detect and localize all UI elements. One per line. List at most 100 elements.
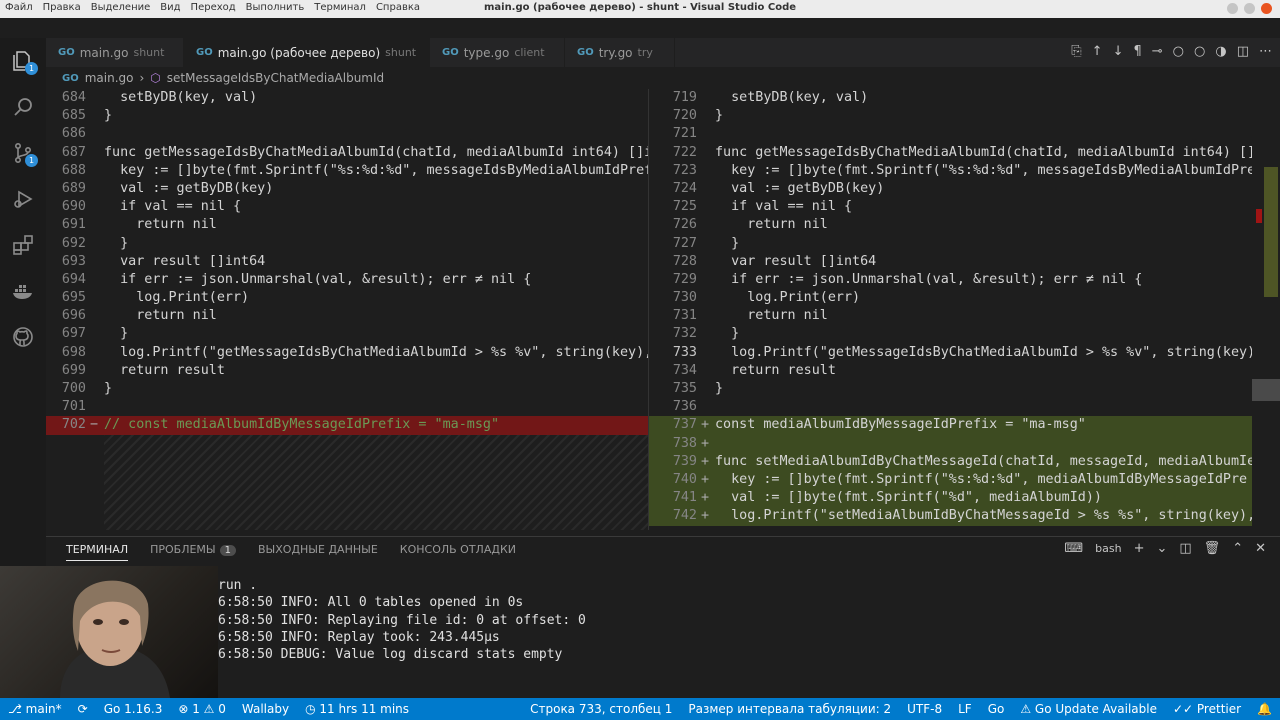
tab-size[interactable]: Размер интервала табуляции: 2 (680, 702, 899, 716)
explorer-badge: 1 (25, 62, 38, 75)
code-text: log.Printf("getMessageIdsByChatMediaAlbu… (715, 344, 1252, 360)
tab-type-go[interactable]: GO type.go client (430, 38, 565, 67)
tab-debug-console[interactable]: КОНСОЛЬ ОТЛАДКИ (400, 543, 516, 561)
tab-main-go-worktree[interactable]: GO main.go (рабочее дерево) shunt (184, 38, 430, 67)
diff-right-pane[interactable]: 719 setByDB(key, val) 720} 721 722 func getM… (648, 89, 1252, 530)
bell-icon[interactable]: 🔔 (1249, 702, 1280, 716)
code-text: log.Printf("getMessageIdsByChatMediaAlbu… (104, 344, 648, 360)
terminal-line: 6:58:50 INFO: Replay took: 243.445µs (218, 629, 500, 645)
code-text: func getMessageIdsByChatMediaAlbumId(cha… (715, 144, 1252, 160)
trash-icon[interactable]: 🗑 (1204, 541, 1221, 556)
encoding[interactable]: UTF-8 (899, 702, 950, 716)
line-ending[interactable]: LF (950, 702, 980, 716)
code-line: 724 val := getByDB(key) (649, 180, 1252, 198)
line-number: 722 (672, 144, 697, 160)
tab-problems-label: ПРОБЛЕМЫ (150, 543, 216, 556)
code-line: 735} (649, 380, 1252, 398)
cursor-position[interactable]: Строка 733, столбец 1 (522, 702, 680, 716)
code-text: var result []int64 (104, 253, 266, 269)
maximize-panel-icon[interactable]: ⌃ (1232, 541, 1243, 556)
go-file-icon: GO (442, 47, 459, 58)
problems-count-badge: 1 (219, 545, 236, 556)
tab-try-go[interactable]: GO try.go try (565, 38, 675, 67)
line-number: 732 (672, 326, 697, 342)
line-number: 685 (61, 108, 86, 124)
pilcrow-icon[interactable]: ¶ (1133, 44, 1141, 59)
overview-ruler[interactable] (1252, 89, 1280, 530)
code-line: 737 + const mediaAlbumIdByMessageIdPrefix … (649, 416, 1252, 435)
language-mode[interactable]: Go (980, 702, 1013, 716)
extensions-icon[interactable] (0, 222, 46, 268)
split-editor-icon[interactable]: ◫ (1237, 44, 1249, 59)
line-number: 692 (61, 235, 86, 251)
diff-marker: + (701, 417, 710, 433)
debug-icon[interactable] (0, 176, 46, 222)
github-icon[interactable] (0, 314, 46, 360)
breadcrumb-file[interactable]: main.go (85, 71, 134, 85)
line-number: 720 (672, 108, 697, 124)
scm-badge: 1 (25, 154, 38, 167)
code-text: if val == nil { (104, 199, 242, 215)
breadcrumb: GO main.go › ⬡ setMessageIdsByChatMediaA… (46, 67, 646, 89)
git-commit-icon[interactable]: ⊸ (1152, 44, 1163, 59)
source-control-icon[interactable]: 1 (0, 130, 46, 176)
status-right: Строка 733, столбец 1 Размер интервала т… (522, 702, 1280, 716)
code-text: key := []byte(fmt.Sprintf("%s:%d:%d", me… (104, 162, 648, 178)
search-icon[interactable] (0, 84, 46, 130)
close-window-button[interactable] (1261, 3, 1272, 14)
ruler-delete-mark (1256, 209, 1262, 223)
chevron-down-icon[interactable]: ⌄ (1156, 541, 1167, 556)
scrollbar-thumb[interactable] (1252, 379, 1280, 401)
code-line: 736 (649, 398, 1252, 416)
docker-icon[interactable] (0, 268, 46, 314)
code-line: 693 var result []int64 (46, 253, 648, 271)
terminal-line: run . (218, 578, 258, 593)
minimize-button[interactable] (1227, 3, 1238, 14)
go-version[interactable]: Go 1.16.3 (96, 702, 171, 716)
explorer-icon[interactable]: 1 (0, 38, 46, 84)
prettier-status[interactable]: ✓✓ Prettier (1165, 702, 1249, 716)
compare-icon[interactable]: ◑ (1215, 44, 1226, 59)
tab-terminal[interactable]: ТЕРМИНАЛ (66, 543, 129, 561)
maximize-button[interactable] (1244, 3, 1255, 14)
git-prev-icon[interactable]: ○ (1173, 44, 1184, 59)
warnings-count: 0 (218, 702, 226, 716)
tab-desc: try (637, 46, 653, 59)
tab-main-go[interactable]: GO main.go shunt (46, 38, 184, 67)
diff-marker: − (90, 417, 99, 433)
wallaby-status[interactable]: Wallaby (234, 702, 297, 716)
arrow-up-icon[interactable]: ↑ (1092, 44, 1103, 59)
timer-text: 11 hrs 11 mins (319, 702, 410, 716)
code-line: 740 + key := []byte(fmt.Sprintf("%s:%d:%d… (649, 470, 1252, 490)
git-next-icon[interactable]: ○ (1194, 44, 1205, 59)
close-panel-icon[interactable]: ✕ (1255, 541, 1266, 556)
more-actions-icon[interactable]: ⋯ (1259, 44, 1272, 59)
shell-select[interactable]: bash (1095, 542, 1121, 555)
code-line: 730 log.Print(err) (649, 289, 1252, 307)
diff-marker: + (701, 453, 710, 469)
code-line: 701 (46, 398, 648, 416)
code-text: } (715, 235, 740, 251)
tab-output[interactable]: ВЫХОДНЫЕ ДАННЫЕ (258, 543, 378, 561)
terminal-output[interactable]: run . 6:58:50 INFO: All 0 tables opened i… (218, 577, 586, 663)
line-number: 702 (61, 417, 86, 433)
code-line: 727 } (649, 235, 1252, 253)
go-update[interactable]: ⚠ Go Update Available (1012, 702, 1165, 716)
split-terminal-icon[interactable]: ◫ (1179, 541, 1191, 556)
breadcrumb-symbol[interactable]: setMessageIdsByChatMediaAlbumId (167, 71, 384, 85)
diff-left-pane[interactable]: 684 setByDB(key, val) 685} 686 687 func getM… (46, 89, 648, 530)
arrow-down-icon[interactable]: ↓ (1113, 44, 1124, 59)
sync-icon[interactable]: ⟳ (70, 702, 96, 716)
line-number: 731 (672, 308, 697, 324)
code-line: 728 var result []int64 (649, 253, 1252, 271)
open-file-icon[interactable]: ⎘ (1071, 44, 1081, 59)
problems-indicator[interactable]: ⊗ 1 ⚠ 0 (170, 702, 234, 716)
go-file-icon: GO (62, 72, 79, 84)
code-text: log.Printf("setMediaAlbumIdByChatMessage… (715, 508, 1252, 524)
line-number: 691 (61, 217, 86, 233)
branch-indicator[interactable]: ⎇ main* (0, 702, 70, 716)
wakatime-timer[interactable]: ◷ 11 hrs 11 mins (297, 702, 417, 716)
new-terminal-icon[interactable]: + (1134, 541, 1145, 556)
tab-problems[interactable]: ПРОБЛЕМЫ 1 (150, 543, 236, 561)
terminal-icon: ⌨ (1064, 541, 1084, 556)
